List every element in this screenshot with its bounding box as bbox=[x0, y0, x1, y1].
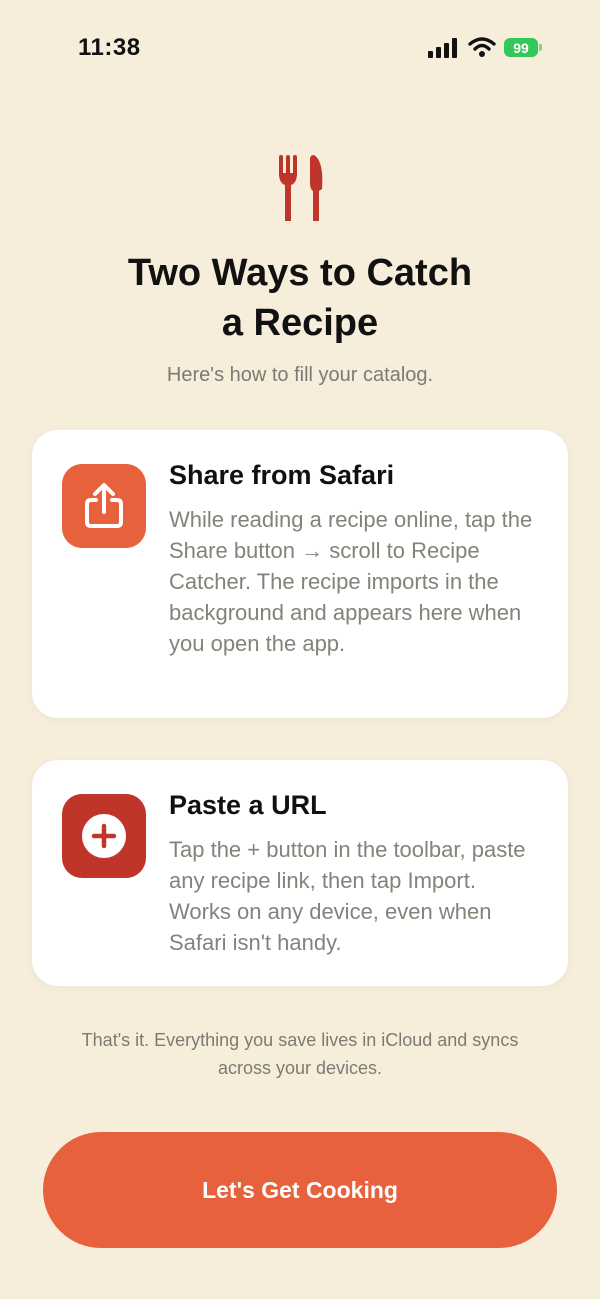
cellular-signal-icon bbox=[428, 38, 457, 58]
wifi-icon bbox=[468, 37, 496, 57]
fork-knife-icon bbox=[279, 155, 323, 221]
status-bar: 11:38 99 bbox=[0, 0, 600, 96]
card-description: While reading a recipe online, tap the S… bbox=[169, 507, 533, 656]
page-subtitle: Here's how to fill your catalog. bbox=[166, 364, 434, 386]
footer-note: That's it. Everything you save lives in … bbox=[81, 1030, 519, 1078]
plus-circle-icon bbox=[82, 814, 126, 858]
share-icon-tile bbox=[62, 464, 146, 548]
page-title: Two Ways to Catch a Recipe bbox=[60, 248, 540, 348]
share-icon bbox=[85, 483, 123, 528]
battery-level: 99 bbox=[513, 39, 529, 56]
title-line-2: a Recipe bbox=[221, 302, 379, 344]
battery-charging-icon: 99 bbox=[504, 38, 538, 57]
lets-get-cooking-button[interactable]: Let's Get Cooking bbox=[43, 1132, 557, 1248]
paste-a-url-card: Paste a URL Tap the + button in the tool… bbox=[32, 760, 568, 986]
status-time: 11:38 bbox=[78, 34, 141, 61]
battery-cap bbox=[539, 44, 542, 51]
share-from-safari-card: Share from Safari While reading a recipe… bbox=[32, 430, 568, 718]
plus-icon-tile bbox=[62, 794, 146, 878]
title-line-1: Two Ways to Catch bbox=[127, 252, 473, 294]
card-title: Paste a URL bbox=[169, 790, 327, 820]
card-description: Tap the + button in the toolbar, paste a… bbox=[169, 837, 526, 955]
card-title: Share from Safari bbox=[169, 460, 395, 490]
